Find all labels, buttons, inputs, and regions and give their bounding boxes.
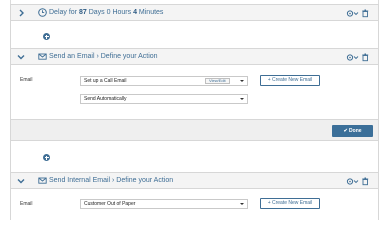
- gear-icon: [346, 178, 354, 185]
- caret-icon: [353, 56, 359, 60]
- plus-circle-icon[interactable]: [43, 154, 50, 161]
- step-tools[interactable]: [346, 9, 372, 18]
- email-step-header[interactable]: Send an Email › Define your Action: [10, 48, 379, 65]
- send-mode-value: Send Automatically: [84, 96, 127, 102]
- email-field-label: Email: [20, 201, 33, 207]
- chevron-down-icon[interactable]: [17, 177, 25, 185]
- chevron-down-icon[interactable]: [17, 53, 25, 61]
- internal-email-template-value: Customer Out of Paper: [84, 201, 136, 207]
- chevron-down-icon: [240, 98, 244, 100]
- delay-prefix: Delay for: [49, 9, 79, 16]
- caret-icon: [353, 12, 359, 16]
- email-step-body: Email Set up a Call Email View/Edit Send…: [10, 65, 379, 119]
- gear-icon: [346, 10, 354, 17]
- email-step-title: Send an Email › Define your Action: [49, 53, 158, 60]
- chevron-right-icon[interactable]: [17, 9, 25, 17]
- email-step-footer: ✔ Done: [10, 119, 379, 141]
- clock-icon: [38, 8, 47, 17]
- trash-icon: [362, 177, 369, 186]
- gear-icon: [346, 54, 354, 61]
- envelope-icon: [38, 53, 47, 60]
- envelope-icon: [38, 177, 47, 184]
- internal-email-step-body: Email Customer Out of Paper + Create New…: [10, 189, 379, 220]
- internal-email-template-select[interactable]: Customer Out of Paper: [80, 199, 248, 209]
- delay-step-title: Delay for 87 Days 0 Hours 4 Minutes: [49, 9, 163, 17]
- create-new-email-button[interactable]: + Create New Email: [260, 75, 320, 86]
- create-new-email-button[interactable]: + Create New Email: [260, 198, 320, 209]
- email-connector-area: [10, 141, 379, 172]
- step-tools[interactable]: [346, 177, 372, 186]
- delay-mid: Days 0 Hours: [86, 9, 134, 16]
- delay-step-header[interactable]: Delay for 87 Days 0 Hours 4 Minutes: [10, 4, 379, 21]
- caret-icon: [353, 180, 359, 184]
- trash-icon: [362, 53, 369, 62]
- workflow-canvas: Delay for 87 Days 0 Hours 4 Minutes Send…: [0, 0, 390, 220]
- chevron-down-icon: [240, 80, 244, 82]
- send-mode-select[interactable]: Send Automatically: [80, 94, 248, 104]
- trash-icon: [362, 9, 369, 18]
- email-field-label: Email: [20, 77, 33, 83]
- done-button[interactable]: ✔ Done: [332, 125, 373, 137]
- internal-email-step-title: Send Internal Email › Define your Action: [49, 177, 174, 184]
- chevron-down-icon: [240, 203, 244, 205]
- delay-connector-area: [10, 21, 379, 48]
- delay-suffix: Minutes: [136, 9, 164, 16]
- email-template-select[interactable]: Set up a Call Email View/Edit: [80, 76, 248, 86]
- internal-email-step-header[interactable]: Send Internal Email › Define your Action: [10, 172, 379, 189]
- step-tools[interactable]: [346, 53, 372, 62]
- plus-circle-icon[interactable]: [43, 33, 50, 40]
- delay-days: 87: [78, 9, 87, 16]
- view-edit-button[interactable]: View/Edit: [205, 78, 230, 84]
- email-template-value: Set up a Call Email: [84, 78, 127, 84]
